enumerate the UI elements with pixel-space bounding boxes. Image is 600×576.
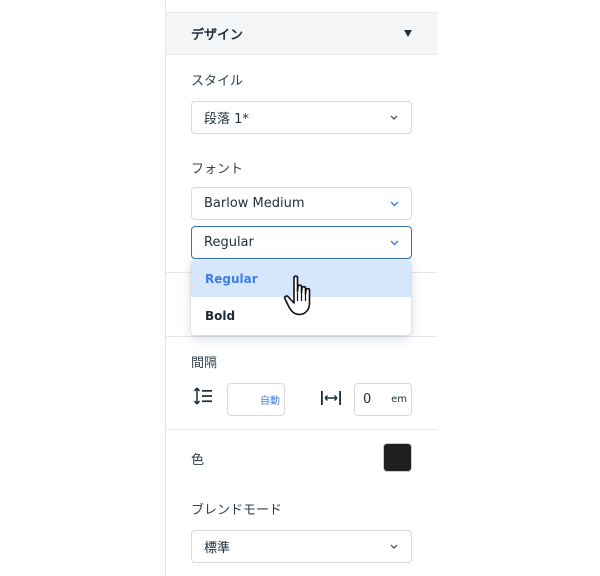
line-height-value: 自動	[260, 396, 280, 407]
divider	[166, 429, 437, 430]
line-height-icon	[193, 387, 213, 409]
blend-mode-dropdown[interactable]: 標準	[191, 530, 412, 563]
letter-spacing-input[interactable]: 0 em	[354, 383, 412, 416]
color-label: 色	[191, 453, 205, 468]
spacing-label: 間隔	[191, 356, 218, 371]
font-family-value: Barlow Medium	[204, 196, 305, 211]
letter-spacing-value: 0	[363, 392, 372, 407]
section-title: デザイン	[191, 28, 244, 43]
style-value: 段落 1*	[204, 112, 249, 127]
divider	[166, 336, 437, 337]
font-weight-menu: Regular Bold	[191, 260, 411, 335]
font-family-dropdown[interactable]: Barlow Medium	[191, 187, 412, 220]
chevron-down-icon	[389, 542, 399, 552]
menu-item-label: Bold	[205, 308, 236, 323]
chevron-down-icon	[389, 199, 399, 209]
color-swatch[interactable]	[383, 443, 412, 472]
font-label: フォント	[191, 162, 244, 177]
blend-mode-label: ブレンドモード	[191, 503, 283, 518]
blend-mode-value: 標準	[204, 541, 231, 556]
font-weight-value: Regular	[204, 235, 254, 250]
menu-item-label: Regular	[205, 271, 258, 286]
design-section-header[interactable]: デザイン	[166, 12, 437, 55]
letter-spacing-unit: em	[391, 394, 407, 405]
menu-item-bold[interactable]: Bold	[191, 297, 411, 334]
chevron-down-icon	[389, 113, 399, 123]
line-height-input[interactable]: 自動	[227, 383, 285, 416]
menu-item-regular[interactable]: Regular	[191, 260, 411, 297]
caret-down-icon[interactable]	[404, 30, 412, 37]
letter-spacing-icon	[320, 390, 342, 410]
style-dropdown[interactable]: 段落 1*	[191, 101, 412, 134]
style-label: スタイル	[191, 74, 244, 89]
font-weight-dropdown[interactable]: Regular	[191, 226, 412, 259]
chevron-down-icon	[389, 238, 399, 248]
